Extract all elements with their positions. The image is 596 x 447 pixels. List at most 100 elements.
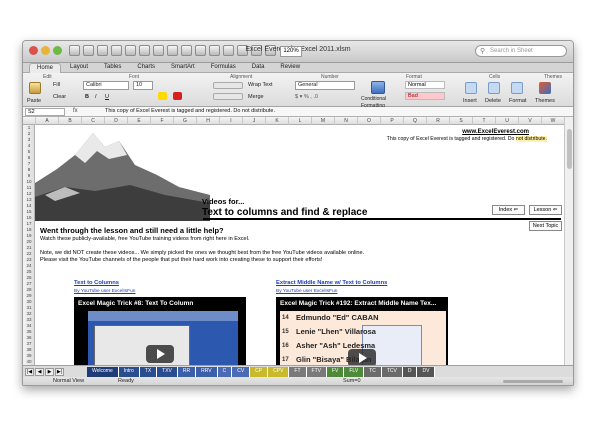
column-header[interactable]: O — [357, 117, 380, 125]
formula-input[interactable]: This copy of Excel Everest is tagged and… — [105, 107, 275, 116]
paste-icon[interactable] — [29, 82, 41, 94]
tab-smartart[interactable]: SmartArt — [164, 63, 202, 73]
sheet-tab[interactable]: C — [217, 367, 233, 377]
sheet-tab[interactable]: TCV — [381, 367, 403, 377]
lesson-button[interactable]: Lesson ⇐ — [529, 205, 562, 215]
video-thumbnail-1[interactable]: Excel Magic Trick #8: Text To Column — [74, 297, 246, 365]
search-input[interactable]: ⚲ Search in Sheet — [475, 45, 567, 57]
column-header[interactable]: E — [127, 117, 150, 125]
font-color-icon[interactable] — [173, 92, 182, 100]
column-header[interactable]: D — [104, 117, 127, 125]
tab-layout[interactable]: Layout — [63, 63, 95, 73]
currency-button[interactable]: $ ▾ % , .0 — [295, 94, 318, 101]
clear-button[interactable]: Clear — [53, 94, 66, 101]
column-header[interactable]: S — [449, 117, 472, 125]
sheet-tab[interactable]: DV — [417, 367, 436, 377]
column-header[interactable]: I — [219, 117, 242, 125]
video-link-text-to-columns[interactable]: Text to Columns — [74, 280, 119, 286]
column-header[interactable]: Q — [403, 117, 426, 125]
sheet-tab[interactable]: FLV — [344, 367, 365, 377]
column-header[interactable]: M — [311, 117, 334, 125]
video-link-extract-middle-name[interactable]: Extract Middle Name w/ Text to Columns — [276, 280, 387, 286]
zoom-field[interactable]: 120% — [280, 46, 302, 57]
last-sheet-icon[interactable]: ▶| — [55, 368, 64, 376]
status-view[interactable]: Normal View — [53, 377, 84, 385]
wrap-text-button[interactable]: Wrap Text — [248, 82, 273, 89]
sheet-tab[interactable]: D — [402, 367, 418, 377]
font-size-select[interactable]: 10 — [133, 81, 153, 90]
tab-formulas[interactable]: Formulas — [204, 63, 243, 73]
play-icon[interactable] — [348, 349, 376, 365]
style-normal[interactable]: Normal — [405, 81, 445, 89]
column-header[interactable]: H — [196, 117, 219, 125]
insert-button[interactable]: Insert — [463, 98, 477, 105]
video-user-link-2[interactable]: By YouTube user ExcelIsFun — [276, 289, 337, 294]
column-header[interactable]: B — [58, 117, 81, 125]
align-top-icon[interactable] — [213, 82, 243, 89]
column-header[interactable]: C — [81, 117, 104, 125]
column-header[interactable]: J — [242, 117, 265, 125]
underline-button[interactable]: U — [105, 94, 109, 101]
conditional-formatting-icon[interactable] — [371, 81, 385, 94]
column-header[interactable]: K — [265, 117, 288, 125]
sheet-tab[interactable]: FTV — [306, 367, 327, 377]
format-cells-icon[interactable] — [511, 82, 523, 94]
column-header[interactable]: L — [288, 117, 311, 125]
highlight-color-icon[interactable] — [158, 92, 167, 100]
bold-button[interactable]: B — [85, 94, 89, 101]
sheet-tab[interactable]: Intro — [118, 367, 140, 377]
sheet-tab[interactable]: Welcome — [87, 367, 119, 377]
sheet-tab[interactable]: TX — [139, 367, 158, 377]
play-icon[interactable] — [146, 345, 174, 363]
next-topic-button[interactable]: Next Topic — [529, 221, 562, 231]
sheet-tab[interactable]: TXV — [157, 367, 178, 377]
prev-sheet-icon[interactable]: ◀ — [35, 368, 44, 376]
video-user-link-1[interactable]: By YouTube user ExcelIsFun — [74, 289, 135, 294]
column-header[interactable]: R — [426, 117, 449, 125]
sheet-tab[interactable]: TC — [364, 367, 382, 377]
font-name-select[interactable]: Calibri — [83, 81, 129, 90]
sheet-tab[interactable]: CPV — [268, 367, 290, 377]
number-format-select[interactable]: General — [295, 81, 355, 90]
paste-button-label[interactable]: Paste — [27, 98, 41, 105]
column-header[interactable]: G — [173, 117, 196, 125]
align-left-icon[interactable] — [213, 93, 243, 100]
delete-button[interactable]: Delete — [485, 98, 501, 105]
tab-home[interactable]: Home — [29, 63, 62, 73]
sheet-tab[interactable]: CP — [250, 367, 269, 377]
column-header[interactable]: N — [334, 117, 357, 125]
delete-cells-icon[interactable] — [488, 82, 500, 94]
column-header[interactable]: W — [541, 117, 564, 125]
column-header[interactable]: A — [35, 117, 58, 125]
themes-button[interactable]: Themes — [535, 98, 555, 105]
brand-link[interactable]: www.ExcelEverest.com — [462, 129, 529, 135]
scroll-thumb[interactable] — [567, 129, 572, 169]
themes-icon[interactable] — [539, 82, 551, 94]
column-header[interactable]: T — [472, 117, 495, 125]
insert-cells-icon[interactable] — [465, 82, 477, 94]
column-header[interactable]: F — [150, 117, 173, 125]
sheet-tab[interactable]: CV — [232, 367, 251, 377]
tab-charts[interactable]: Charts — [130, 63, 162, 73]
merge-button[interactable]: Merge — [248, 94, 264, 101]
name-box[interactable]: S2 — [25, 108, 65, 116]
sheet-tab[interactable]: FT — [289, 367, 307, 377]
fill-button[interactable]: Fill — [53, 82, 60, 89]
sheet-tab[interactable]: FV — [326, 367, 345, 377]
column-header[interactable]: V — [518, 117, 541, 125]
worksheet[interactable]: www.ExcelEverest.com This copy of Excel … — [35, 125, 565, 365]
format-button[interactable]: Format — [509, 98, 526, 105]
style-bad[interactable]: Bad — [405, 92, 445, 100]
index-button[interactable]: Index ⇐ — [492, 205, 525, 215]
sheet-tab[interactable]: RRV — [196, 367, 218, 377]
italic-button[interactable]: I — [95, 94, 97, 101]
tab-data[interactable]: Data — [245, 63, 272, 73]
vertical-scrollbar[interactable] — [564, 117, 573, 365]
sheet-tab[interactable]: RR — [177, 367, 197, 377]
zoom-slider[interactable] — [503, 380, 563, 383]
next-sheet-icon[interactable]: ▶ — [45, 368, 54, 376]
column-header[interactable]: U — [495, 117, 518, 125]
column-header[interactable]: P — [380, 117, 403, 125]
video-thumbnail-2[interactable]: Excel Magic Trick #192: Extract Middle N… — [276, 297, 448, 365]
tab-tables[interactable]: Tables — [97, 63, 128, 73]
